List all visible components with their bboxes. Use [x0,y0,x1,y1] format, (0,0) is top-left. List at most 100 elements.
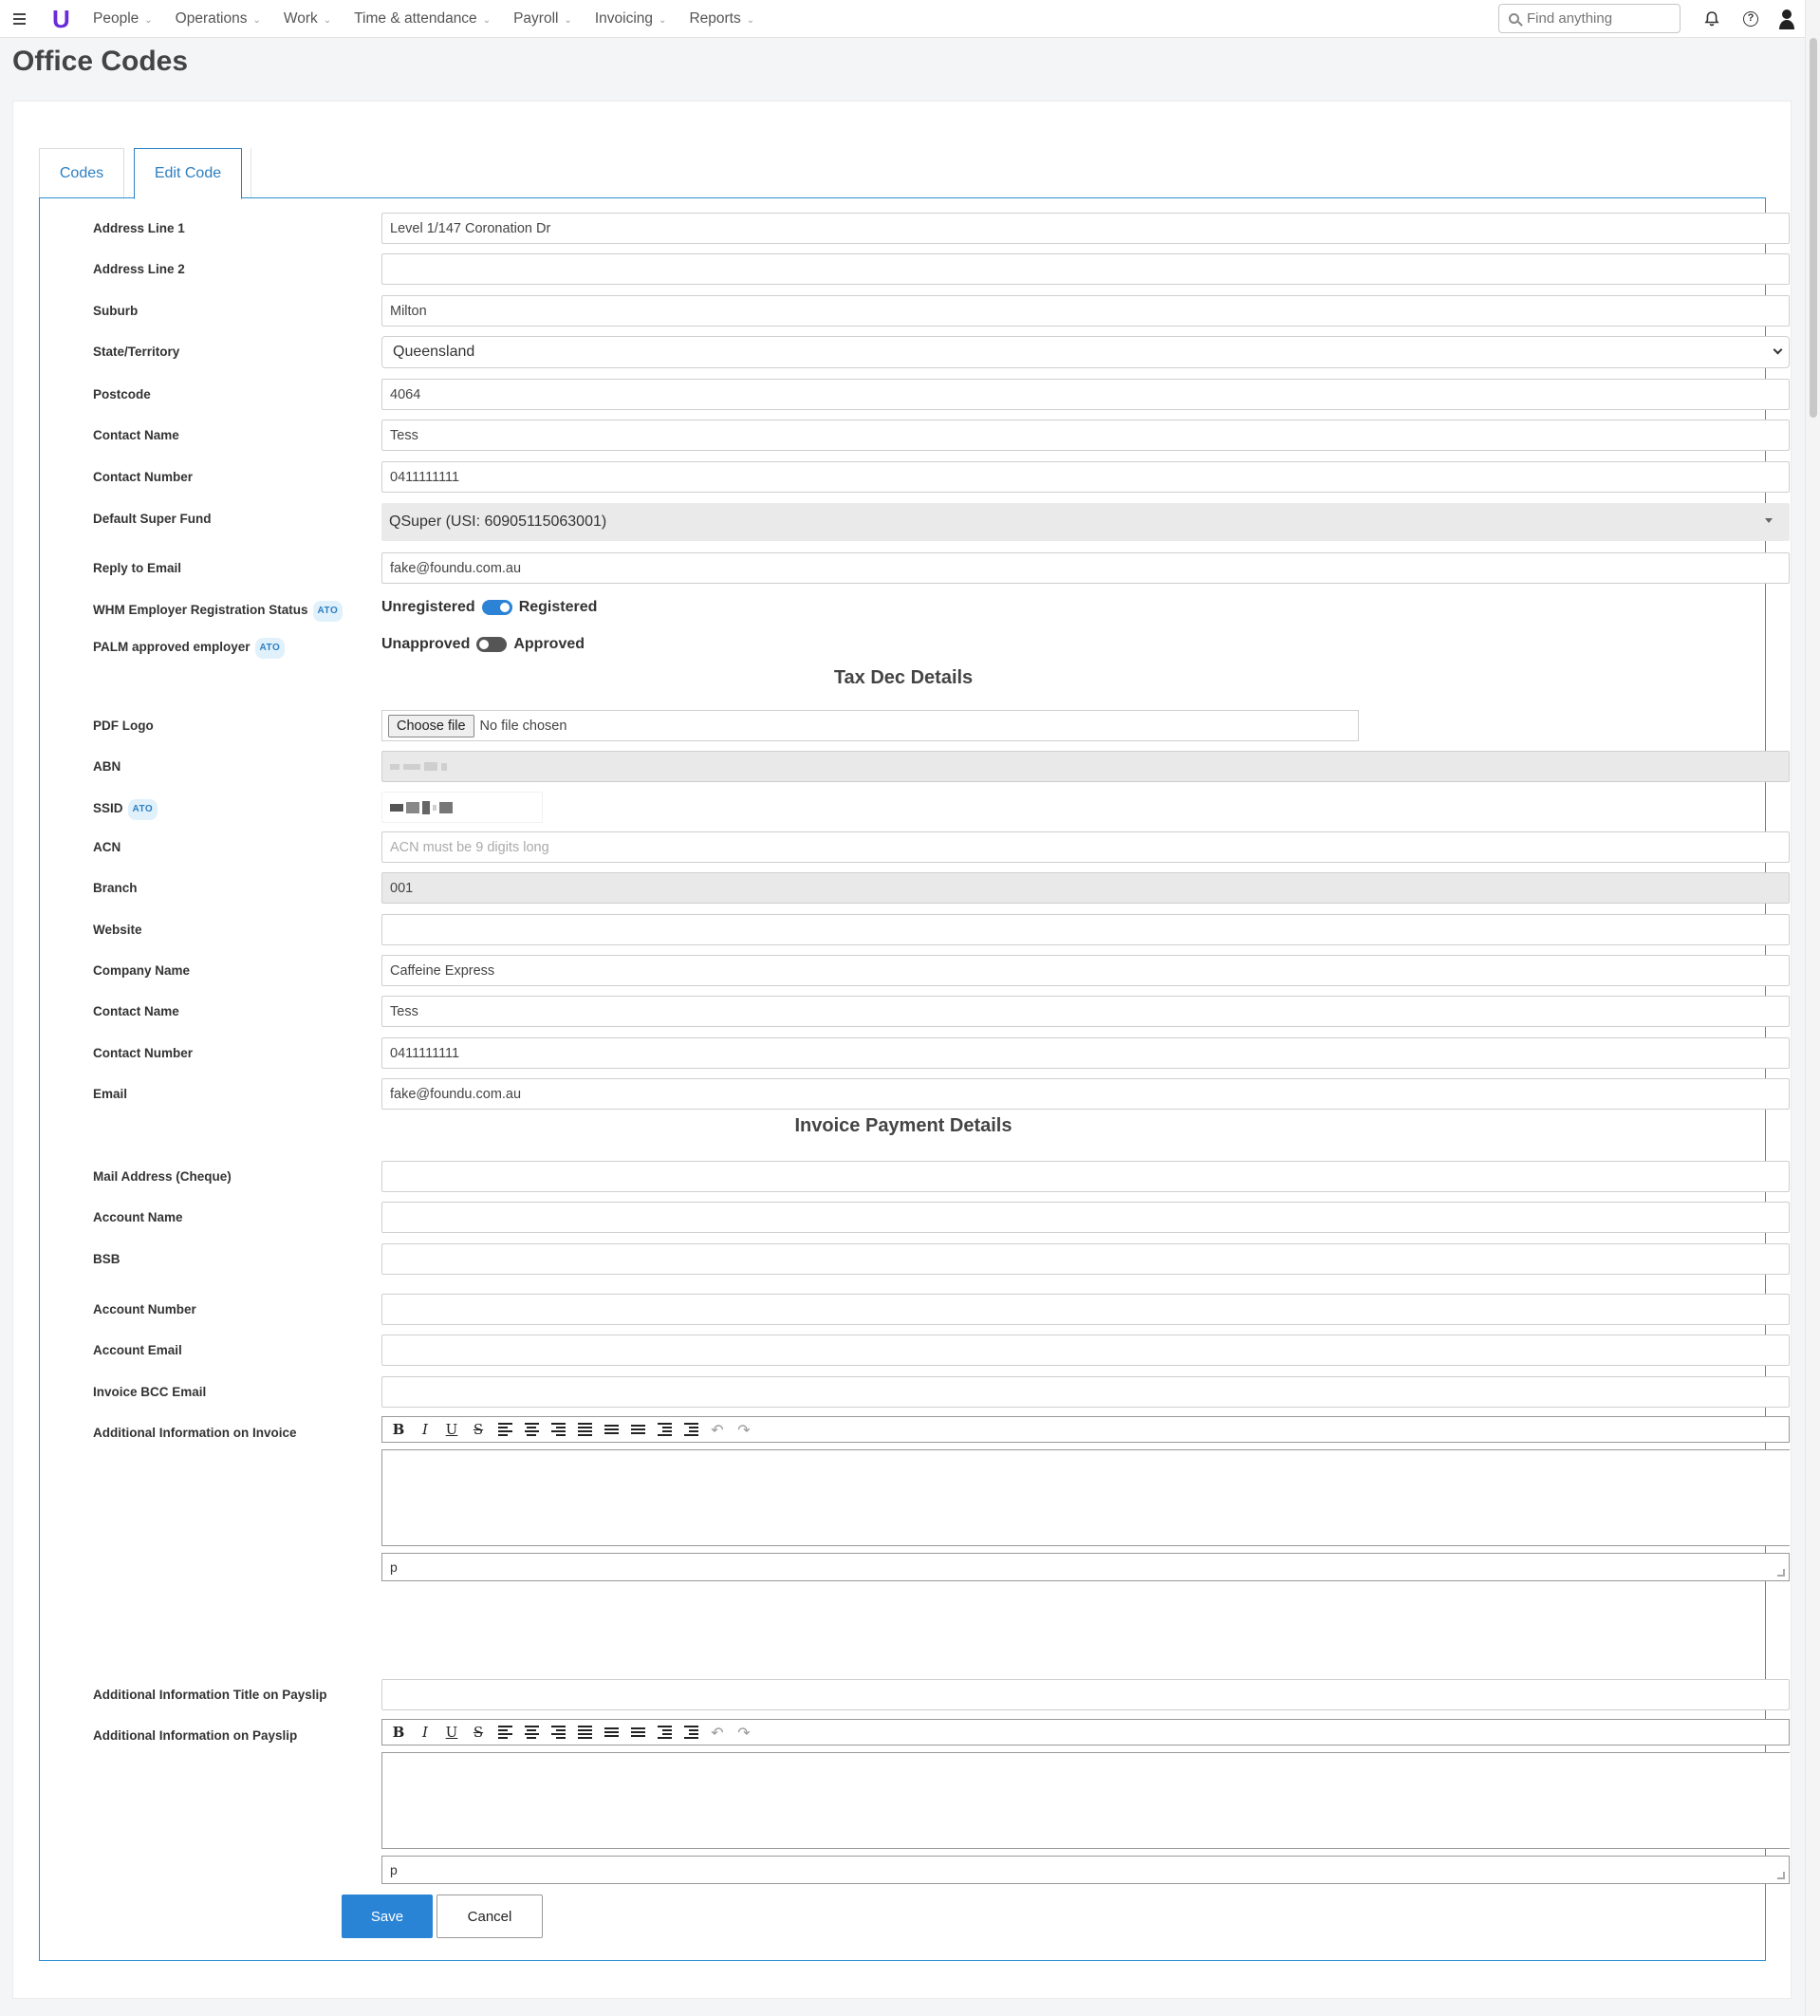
state-select[interactable]: Queensland [381,336,1790,368]
tax-contact-name-input[interactable] [381,996,1790,1027]
acn-input[interactable] [381,831,1790,863]
chevron-down-icon: ⌄ [746,15,755,26]
cancel-button[interactable]: Cancel [436,1895,543,1938]
branch-input[interactable] [381,872,1790,904]
invoice-bcc-email-input[interactable] [381,1376,1790,1408]
indent-icon[interactable] [680,1722,701,1743]
outdent-icon[interactable] [654,1419,675,1440]
contact-name-label: Contact Name [93,428,179,442]
tax-email-label: Email [93,1087,128,1101]
payslip-editor-path: p [381,1856,1790,1884]
ssid-input[interactable] [381,792,543,823]
tab-spacer [242,148,251,198]
chevron-down-icon: ⌄ [252,15,261,26]
nav-item-people[interactable]: People ⌄ [93,10,153,28]
align-left-icon[interactable] [494,1419,515,1440]
chevron-down-icon [1773,345,1783,355]
choose-file-button[interactable]: Choose file [388,714,474,737]
address-line-1-input[interactable] [381,213,1790,244]
bell-icon[interactable] [1702,9,1721,29]
payslip-title-label: Additional Information Title on Payslip [93,1688,327,1702]
italic-icon[interactable]: I [415,1722,436,1743]
help-icon[interactable]: ? [1741,9,1760,29]
user-avatar-icon[interactable] [1777,9,1796,29]
account-number-input[interactable] [381,1294,1790,1325]
suburb-input[interactable] [381,295,1790,327]
numbered-list-icon[interactable] [627,1722,648,1743]
tax-dec-details-heading: Tax Dec Details [833,667,974,688]
abn-input[interactable] [381,751,1790,782]
account-email-input[interactable] [381,1335,1790,1366]
invoice-payment-details-heading: Invoice Payment Details [794,1115,1012,1136]
app-logo[interactable]: U [52,5,70,34]
super-fund-select[interactable]: QSuper (USI: 60905115063001) [381,503,1790,541]
reply-email-input[interactable] [381,552,1790,584]
payslip-editor-area[interactable] [381,1752,1790,1849]
undo-icon[interactable]: ↶ [707,1722,728,1743]
resize-handle-icon[interactable] [1777,1569,1785,1577]
payslip-title-input[interactable] [381,1679,1790,1710]
nav-item-operations[interactable]: Operations ⌄ [176,10,261,28]
tax-email-input[interactable] [381,1078,1790,1110]
acn-label: ACN [93,840,121,854]
align-justify-icon[interactable] [574,1419,595,1440]
search-input[interactable] [1527,10,1669,27]
company-name-input[interactable] [381,955,1790,986]
numbered-list-icon[interactable] [627,1419,648,1440]
bullet-list-icon[interactable] [601,1722,622,1743]
underline-icon[interactable]: U [441,1419,462,1440]
align-justify-icon[interactable] [574,1722,595,1743]
outdent-icon[interactable] [654,1722,675,1743]
invoice-editor-path: p [381,1553,1790,1581]
redo-icon[interactable]: ↷ [734,1722,754,1743]
contact-name-input[interactable] [381,420,1790,451]
global-search[interactable] [1498,4,1681,33]
hamburger-menu-icon[interactable] [13,9,30,28]
align-center-icon[interactable] [521,1722,542,1743]
align-right-icon[interactable] [548,1419,568,1440]
align-center-icon[interactable] [521,1419,542,1440]
tax-contact-number-input[interactable] [381,1037,1790,1069]
save-button[interactable]: Save [342,1895,433,1938]
postcode-input[interactable] [381,379,1790,410]
nav-item-reports[interactable]: Reports ⌄ [689,10,754,28]
chevron-down-icon: ⌄ [144,15,153,26]
contact-number-input[interactable] [381,461,1790,493]
align-left-icon[interactable] [494,1722,515,1743]
page-scrollbar[interactable] [1805,0,1820,2016]
whm-status-toggle[interactable] [481,600,512,615]
whm-status-toggle-row: Unregistered Registered [381,599,598,615]
undo-icon[interactable]: ↶ [707,1419,728,1440]
nav-item-payroll[interactable]: Payroll ⌄ [513,10,572,28]
main-menu: People ⌄ Operations ⌄ Work ⌄ Time & attenda… [93,0,754,38]
mail-address-input[interactable] [381,1161,1790,1192]
scrollbar-thumb[interactable] [1810,38,1817,418]
chevron-down-icon: ⌄ [323,15,332,26]
nav-item-work[interactable]: Work ⌄ [284,10,331,28]
indent-icon[interactable] [680,1419,701,1440]
redo-icon[interactable]: ↷ [734,1419,754,1440]
bold-icon[interactable]: B [388,1419,409,1440]
address-line-2-input[interactable] [381,253,1790,285]
bullet-list-icon[interactable] [601,1419,622,1440]
tax-contact-number-label: Contact Number [93,1046,194,1060]
bsb-input[interactable] [381,1243,1790,1275]
chevron-down-icon: ⌄ [482,15,492,26]
state-label: State/Territory [93,345,180,359]
tab-codes[interactable]: Codes [39,148,124,197]
tab-edit-code[interactable]: Edit Code [134,148,242,199]
redacted-value [390,803,403,812]
palm-toggle[interactable] [476,637,508,652]
bold-icon[interactable]: B [388,1722,409,1743]
underline-icon[interactable]: U [441,1722,462,1743]
nav-item-invoicing[interactable]: Invoicing ⌄ [595,10,667,28]
italic-icon[interactable]: I [415,1419,436,1440]
align-right-icon[interactable] [548,1722,568,1743]
strikethrough-icon[interactable]: S [468,1419,489,1440]
account-name-input[interactable] [381,1202,1790,1233]
resize-handle-icon[interactable] [1777,1872,1785,1879]
strikethrough-icon[interactable]: S [468,1722,489,1743]
nav-item-time-attendance[interactable]: Time & attendance ⌄ [354,10,491,28]
website-input[interactable] [381,914,1790,945]
invoice-editor-area[interactable] [381,1449,1790,1546]
